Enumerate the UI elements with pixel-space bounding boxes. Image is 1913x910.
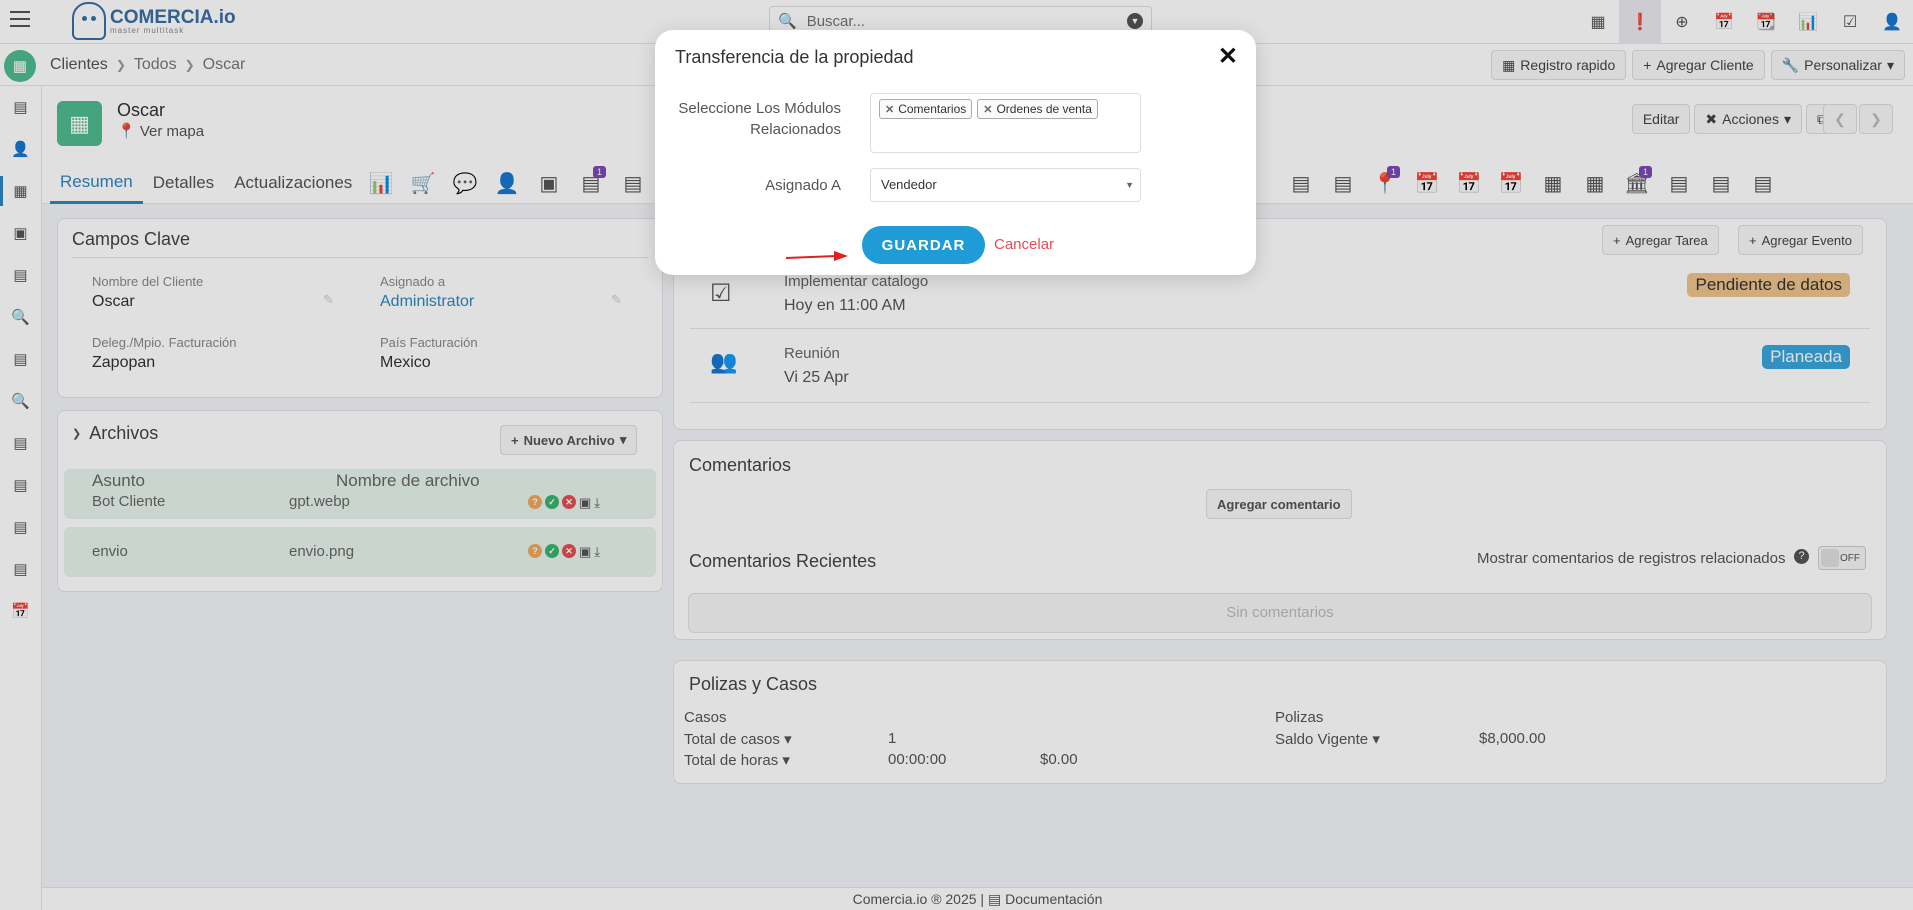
modal-title: Transferencia de la propiedad	[675, 47, 914, 67]
remove-tag-icon[interactable]: ✕	[885, 104, 894, 116]
save-button[interactable]: GUARDAR	[862, 226, 985, 264]
cancel-button[interactable]: Cancelar	[994, 236, 1054, 253]
module-tag[interactable]: ✕ Comentarios	[879, 99, 973, 119]
ownership-transfer-modal: Transferencia de la propiedad ✕ Seleccio…	[655, 30, 1256, 275]
modules-label: Seleccione Los Módulos Relacionados	[678, 100, 841, 138]
assigned-to-select[interactable]: Vendedor ▼	[870, 168, 1141, 202]
remove-tag-icon[interactable]: ✕	[983, 104, 992, 116]
related-modules-multiselect[interactable]: ✕ Comentarios ✕ Ordenes de venta	[870, 93, 1141, 153]
module-tag[interactable]: ✕ Ordenes de venta	[977, 99, 1098, 119]
annotation-arrow-icon	[786, 251, 848, 261]
caret-down-icon: ▼	[1125, 180, 1134, 190]
assigned-to-label: Asignado A	[765, 177, 841, 194]
close-icon[interactable]: ✕	[1218, 42, 1238, 71]
